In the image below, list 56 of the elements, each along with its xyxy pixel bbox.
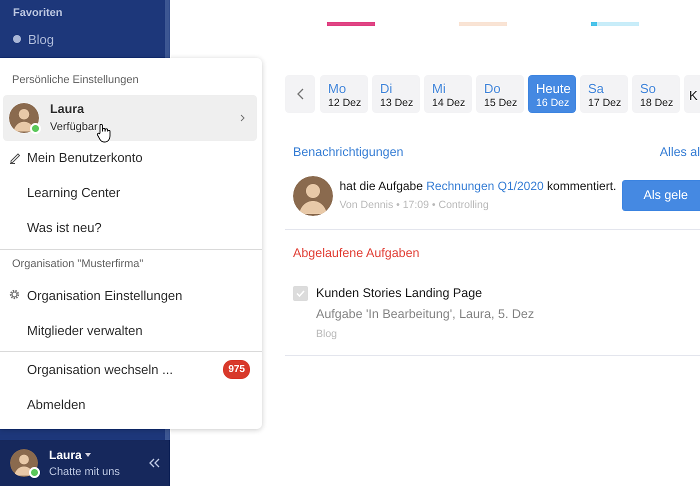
menu-item[interactable]: Learning Center bbox=[0, 176, 262, 210]
menu-label: Organisation wechseln ... bbox=[27, 360, 173, 379]
status-text: Verfügbar bbox=[50, 120, 98, 135]
menu-label: Abmelden bbox=[27, 396, 86, 414]
collapse-icon[interactable] bbox=[149, 458, 160, 468]
task-project: Blog bbox=[316, 327, 338, 342]
menu-item[interactable]: Mein Benutzerkonto bbox=[0, 140, 262, 176]
count-badge: 975 bbox=[223, 360, 250, 379]
avatar bbox=[293, 176, 333, 216]
day-tab[interactable]: Di 13 Dez bbox=[372, 75, 420, 113]
menu-label: Learning Center bbox=[27, 184, 120, 202]
menu-label: Organisation Einstellungen bbox=[27, 286, 182, 305]
task-title[interactable]: Kunden Stories Landing Page bbox=[316, 284, 534, 302]
check-icon bbox=[296, 290, 305, 296]
day-tab[interactable]: K bbox=[684, 75, 700, 113]
task-details: Aufgabe 'In Bearbeitung', Laura, 5. Dez bbox=[316, 306, 534, 324]
section-title: Favoriten bbox=[13, 6, 64, 21]
task-link[interactable]: Rechnungen Q1/2020 bbox=[426, 179, 544, 194]
pencil-icon bbox=[9, 152, 21, 164]
chevron-left-icon bbox=[296, 88, 304, 100]
section-title: Abgelaufene Aufgaben bbox=[292, 244, 421, 262]
task-checkbox[interactable] bbox=[293, 286, 308, 300]
menu-item[interactable]: Organisation Einstellungen bbox=[0, 278, 262, 313]
menu-label: Mein Benutzerkonto bbox=[27, 149, 143, 168]
notification-text: hat die Aufgabe Rechnungen Q1/2020 kommentiert. bbox=[340, 178, 616, 196]
menu-heading: Organisation "Musterfirma" bbox=[11, 256, 144, 272]
notification-meta: Von Dennis • 17:09 • Controlling bbox=[340, 198, 490, 214]
mark-read-button[interactable]: Als gele bbox=[622, 180, 700, 212]
day-tab[interactable]: Mo 12 Dez bbox=[320, 75, 368, 113]
dot-icon bbox=[13, 35, 21, 44]
sidebar-item[interactable]: Blog bbox=[13, 30, 152, 49]
day-tab[interactable]: Sa 17 Dez bbox=[580, 75, 628, 113]
chevron-icon bbox=[240, 114, 245, 122]
day-tab[interactable]: Mi 14 Dez bbox=[424, 75, 472, 113]
mark-all-link[interactable]: Alles al bbox=[660, 143, 700, 162]
user-name: Laura bbox=[50, 100, 86, 118]
day-tab[interactable]: Heute 16 Dez bbox=[528, 75, 576, 113]
caret-icon[interactable] bbox=[84, 452, 91, 457]
profile-item[interactable]: Laura Verfügbar bbox=[3, 94, 257, 140]
settings-icon bbox=[9, 289, 20, 300]
avatar bbox=[9, 102, 39, 132]
user-name[interactable]: Laura bbox=[49, 446, 82, 464]
menu-item[interactable]: Abmelden bbox=[0, 387, 262, 422]
menu-heading: Persönliche Einstellungen bbox=[11, 73, 140, 88]
hand-cursor-icon bbox=[96, 122, 112, 142]
menu-item[interactable]: Was ist neu? bbox=[0, 210, 262, 246]
item-label: Blog bbox=[28, 30, 54, 49]
menu-label: Was ist neu? bbox=[27, 219, 102, 238]
avatar bbox=[10, 449, 38, 477]
day-tab[interactable]: So 18 Dez bbox=[632, 75, 680, 113]
section-title: Benachrichtigungen bbox=[293, 144, 404, 161]
day-tab[interactable]: Do 15 Dez bbox=[476, 75, 524, 113]
menu-label: Mitglieder verwalten bbox=[27, 322, 143, 340]
chat-link[interactable]: Chatte mit uns bbox=[49, 464, 120, 480]
menu-item[interactable]: Organisation wechseln ... 975 bbox=[0, 352, 262, 387]
menu-item[interactable]: Mitglieder verwalten bbox=[0, 313, 262, 348]
